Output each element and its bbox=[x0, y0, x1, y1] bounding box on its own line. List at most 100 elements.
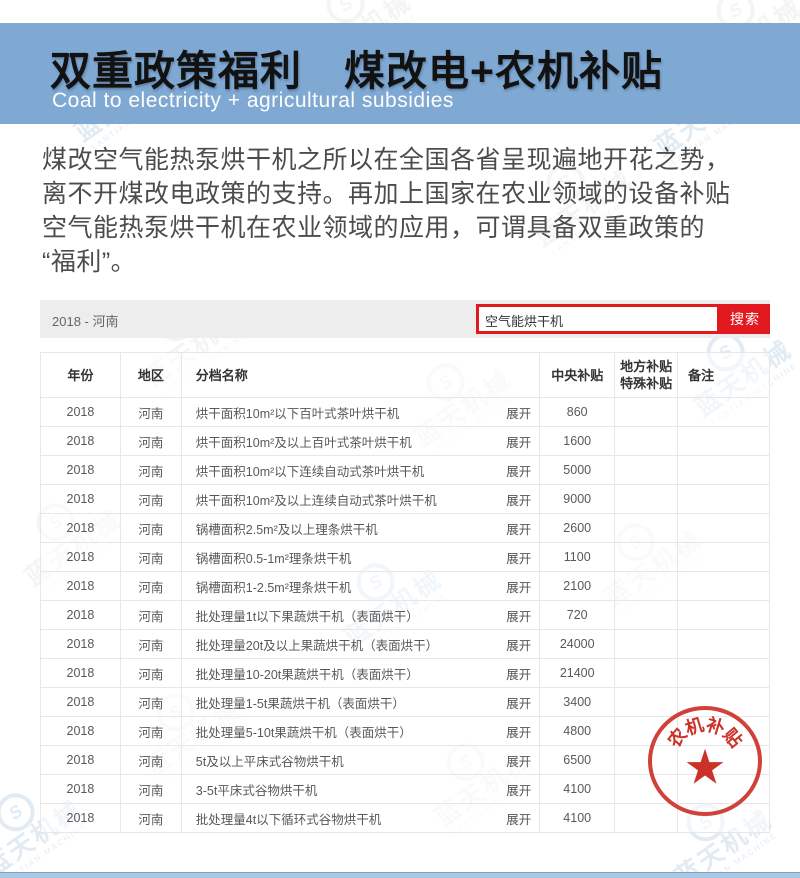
col-year: 年份 bbox=[41, 353, 121, 398]
table-row: 2018河南烘干面积10m²及以上百叶式茶叶烘干机展开1600 bbox=[41, 427, 770, 456]
year-cell: 2018 bbox=[41, 427, 121, 456]
year-cell: 2018 bbox=[41, 601, 121, 630]
expand-link[interactable]: 展开 bbox=[506, 403, 531, 422]
local-subsidy-cell bbox=[615, 630, 678, 659]
table-row: 2018河南批处理量10-20t果蔬烘干机（表面烘干）展开21400 bbox=[41, 659, 770, 688]
expand-link[interactable]: 展开 bbox=[506, 432, 531, 451]
expand-link[interactable]: 展开 bbox=[506, 693, 531, 712]
central-subsidy-cell: 1600 bbox=[540, 427, 615, 456]
name-cell: 烘干面积10m²及以上连续自动式茶叶烘干机展开 bbox=[181, 485, 539, 514]
year-cell: 2018 bbox=[41, 717, 121, 746]
region-cell: 河南 bbox=[120, 659, 181, 688]
table-row: 2018河南批处理量4t以下循环式谷物烘干机 展开 4100 bbox=[41, 804, 770, 833]
name-cell: 3-5t平床式谷物烘干机展开 bbox=[181, 775, 539, 804]
year-cell: 2018 bbox=[41, 775, 121, 804]
bottom-strip bbox=[0, 872, 800, 878]
region-cell: 河南 bbox=[120, 514, 181, 543]
local-subsidy-cell bbox=[615, 688, 678, 717]
local-subsidy-cell bbox=[615, 485, 678, 514]
page: S蓝天机械LANTIAN MACHINES蓝天机械LANTIAN MACHINE… bbox=[0, 0, 800, 878]
tier-name: 锅槽面积1-2.5m²理条烘干机 bbox=[196, 577, 352, 596]
note-cell bbox=[678, 659, 770, 688]
note-cell bbox=[678, 485, 770, 514]
header-band: 双重政策福利 煤改电+农机补贴 Coal to electricity + ag… bbox=[0, 23, 800, 124]
col-central-subsidy: 中央补贴 bbox=[540, 353, 615, 398]
intro-paragraph: 煤改空气能热泵烘干机之所以在全国各省呈现遍地开花之势， 离不开煤改电政策的支持。… bbox=[42, 143, 772, 279]
expand-link[interactable]: 展开 bbox=[506, 809, 531, 828]
name-cell: 批处理量1t以下果蔬烘干机（表面烘干） 展开 bbox=[181, 601, 539, 630]
central-subsidy-cell: 5000 bbox=[540, 456, 615, 485]
table-row: 2018河南锅槽面积0.5-1m²理条烘干机展开1100 bbox=[41, 543, 770, 572]
search-input[interactable] bbox=[476, 304, 720, 334]
table-row: 2018河南批处理量1t以下果蔬烘干机（表面烘干） 展开 720 bbox=[41, 601, 770, 630]
tier-name: 批处理量1t以下果蔬烘干机（表面烘干） bbox=[196, 606, 419, 625]
local-subsidy-cell bbox=[615, 601, 678, 630]
expand-link[interactable]: 展开 bbox=[506, 780, 531, 799]
name-cell: 锅槽面积0.5-1m²理条烘干机 展开 bbox=[181, 543, 539, 572]
central-subsidy-cell: 720 bbox=[540, 601, 615, 630]
tier-name: 锅槽面积2.5m²及以上理条烘干机 bbox=[196, 519, 378, 538]
central-subsidy-cell: 860 bbox=[540, 398, 615, 427]
central-subsidy-cell: 24000 bbox=[540, 630, 615, 659]
expand-link[interactable]: 展开 bbox=[506, 519, 531, 538]
col-note: 备注 bbox=[678, 353, 770, 398]
year-cell: 2018 bbox=[41, 804, 121, 833]
region-cell: 河南 bbox=[120, 543, 181, 572]
note-cell bbox=[678, 543, 770, 572]
name-cell: 锅槽面积2.5m²及以上理条烘干机 展开 bbox=[181, 514, 539, 543]
expand-link[interactable]: 展开 bbox=[506, 490, 531, 509]
local-subsidy-cell bbox=[615, 456, 678, 485]
expand-link[interactable]: 展开 bbox=[506, 577, 531, 596]
expand-link[interactable]: 展开 bbox=[506, 635, 531, 654]
col-local-subsidy: 地方补贴 特殊补贴 bbox=[615, 353, 678, 398]
table-row: 2018河南烘干面积10m²及以上连续自动式茶叶烘干机展开9000 bbox=[41, 485, 770, 514]
local-subsidy-cell bbox=[615, 572, 678, 601]
name-cell: 批处理量1-5t果蔬烘干机（表面烘干）展开 bbox=[181, 688, 539, 717]
note-cell bbox=[678, 398, 770, 427]
table-row: 2018河南批处理量1-5t果蔬烘干机（表面烘干）展开3400 bbox=[41, 688, 770, 717]
region-cell: 河南 bbox=[120, 804, 181, 833]
region-cell: 河南 bbox=[120, 601, 181, 630]
search-button[interactable]: 搜索 bbox=[720, 304, 770, 334]
star-icon: ★ bbox=[683, 745, 726, 793]
col-region: 地区 bbox=[120, 353, 181, 398]
table-row: 2018河南锅槽面积2.5m²及以上理条烘干机 展开 2600 bbox=[41, 514, 770, 543]
table-header: 年份 地区 分档名称 中央补贴 地方补贴 特殊补贴 备注 bbox=[41, 353, 770, 398]
tier-name: 批处理量20t及以上果蔬烘干机（表面烘干） bbox=[196, 635, 438, 654]
expand-link[interactable]: 展开 bbox=[506, 461, 531, 480]
note-cell bbox=[678, 601, 770, 630]
region-cell: 河南 bbox=[120, 398, 181, 427]
tier-name: 批处理量10-20t果蔬烘干机（表面烘干） bbox=[196, 664, 419, 683]
tier-name: 烘干面积10m²以下连续自动式茶叶烘干机 bbox=[196, 461, 424, 480]
year-cell: 2018 bbox=[41, 514, 121, 543]
region-cell: 河南 bbox=[120, 485, 181, 514]
expand-link[interactable]: 展开 bbox=[506, 751, 531, 770]
tier-name: 烘干面积10m²以下百叶式茶叶烘干机 bbox=[196, 403, 399, 422]
brand-name-en: LANTIAN MACHINE bbox=[686, 828, 783, 878]
col-name: 分档名称 bbox=[181, 353, 539, 398]
region-cell: 河南 bbox=[120, 572, 181, 601]
name-cell: 批处理量20t及以上果蔬烘干机（表面烘干） 展开 bbox=[181, 630, 539, 659]
subsidy-stamp: ★ 农机补贴 bbox=[648, 706, 762, 816]
central-subsidy-cell: 9000 bbox=[540, 485, 615, 514]
subsidy-toolbar: 2018 - 河南 搜索 bbox=[40, 300, 770, 338]
name-cell: 批处理量10-20t果蔬烘干机（表面烘干） 展开 bbox=[181, 659, 539, 688]
year-cell: 2018 bbox=[41, 746, 121, 775]
year-cell: 2018 bbox=[41, 630, 121, 659]
year-cell: 2018 bbox=[41, 543, 121, 572]
central-subsidy-cell: 2100 bbox=[540, 572, 615, 601]
region-cell: 河南 bbox=[120, 688, 181, 717]
note-cell bbox=[678, 572, 770, 601]
central-subsidy-cell: 4100 bbox=[540, 804, 615, 833]
tier-name: 5t及以上平床式谷物烘干机 bbox=[196, 751, 344, 770]
region-cell: 河南 bbox=[120, 456, 181, 485]
expand-link[interactable]: 展开 bbox=[506, 606, 531, 625]
expand-link[interactable]: 展开 bbox=[506, 722, 531, 741]
expand-link[interactable]: 展开 bbox=[506, 548, 531, 567]
expand-link[interactable]: 展开 bbox=[506, 664, 531, 683]
central-subsidy-cell: 2600 bbox=[540, 514, 615, 543]
name-cell: 批处理量4t以下循环式谷物烘干机 展开 bbox=[181, 804, 539, 833]
year-cell: 2018 bbox=[41, 485, 121, 514]
tier-name: 批处理量4t以下循环式谷物烘干机 bbox=[196, 809, 381, 828]
tier-name: 锅槽面积0.5-1m²理条烘干机 bbox=[196, 548, 352, 567]
